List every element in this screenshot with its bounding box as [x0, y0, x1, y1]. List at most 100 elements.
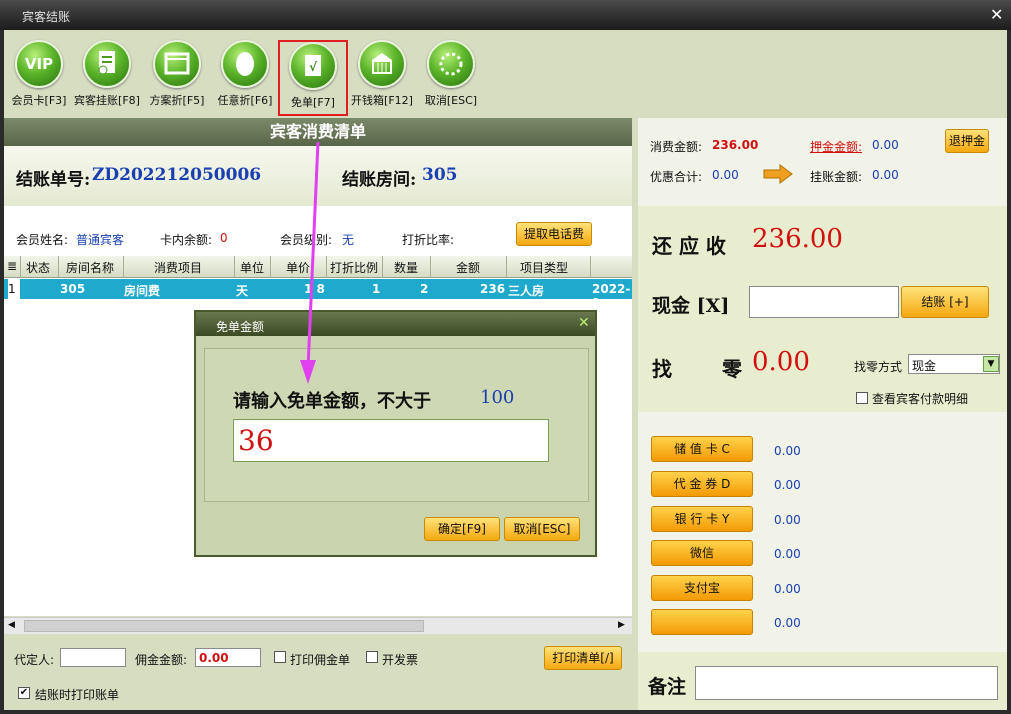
wechat-button[interactable]: 微信	[651, 540, 753, 566]
plan-discount-button[interactable]: 方案折[F5]	[142, 40, 212, 116]
invoice-label: 开发票	[382, 653, 419, 667]
dialog-ok-button[interactable]: 确定[F9]	[424, 517, 500, 541]
guest-hang-label: 宾客挂账[F8]	[74, 94, 140, 107]
discount-total-label: 优惠合计:	[650, 170, 703, 184]
refund-deposit-button[interactable]: 退押金	[945, 129, 989, 153]
card-balance-label: 卡内余额:	[160, 233, 213, 247]
chevron-down-icon[interactable]: ▼	[983, 356, 999, 372]
print-commission-checkbox[interactable]	[274, 651, 286, 663]
due-value: 236.00	[752, 224, 843, 254]
cancel-label: 取消[ESC]	[424, 94, 478, 107]
cell-room-name: 305	[60, 282, 86, 296]
guest-hang-button[interactable]: 宾客挂账[F8]	[72, 40, 142, 116]
cell-item: 房间费	[124, 284, 161, 298]
free-amount-dialog: 免单金额 ✕ 请输入免单金额，不大于 100 36 确定[F9] 取消[ESC]	[194, 310, 597, 557]
vase-icon	[221, 40, 269, 88]
horizontal-scrollbar[interactable]: ◀ ▶	[4, 617, 632, 634]
cancel-button[interactable]: 取消[ESC]	[416, 40, 486, 116]
deposit-label[interactable]: 押金金额:	[810, 138, 862, 155]
col-amount[interactable]: 金额	[456, 259, 480, 276]
summary-panel: 消费金额: 236.00 押金金额: 0.00 退押金 优惠合计: 0.00 挂…	[638, 118, 1007, 206]
free-amount-value: 36	[238, 424, 274, 457]
table-header: ≣ 状态 房间名称 消费项目 单位 单价 打折比例 数量 金额 项目类型	[4, 256, 632, 278]
cell-amount: 236	[480, 282, 506, 296]
remark-panel: 备注	[638, 652, 1007, 710]
dialog-cancel-button[interactable]: 取消[ESC]	[504, 517, 580, 541]
order-info: 结账单号: ZD202212050006 结账房间: 305	[4, 146, 632, 216]
blank-payment-button[interactable]	[651, 609, 753, 635]
spinner-icon	[427, 40, 475, 88]
alipay-button[interactable]: 支付宝	[651, 575, 753, 601]
col-price[interactable]: 单价	[286, 259, 310, 276]
consumption-label: 消费金额:	[650, 140, 703, 154]
cash-label: 现金 [X]	[652, 295, 730, 317]
open-drawer-label: 开钱箱[F12]	[351, 94, 413, 107]
discount-total-value: 0.00	[712, 168, 739, 182]
member-level-label: 会员级别:	[280, 233, 333, 247]
col-status[interactable]: 状态	[26, 259, 50, 276]
scroll-thumb[interactable]	[24, 620, 424, 632]
view-detail-checkbox[interactable]	[856, 392, 868, 404]
bank-card-button[interactable]: 银 行 卡 Y	[651, 506, 753, 532]
scroll-left-icon[interactable]: ◀	[8, 620, 15, 630]
col-qty[interactable]: 数量	[394, 259, 418, 276]
window-title: 宾客结账	[22, 10, 71, 24]
cell-discount: 1	[372, 282, 381, 296]
change-method-value: 现金	[912, 359, 937, 373]
cell-item-type: 三人房	[508, 284, 545, 298]
print-list-button[interactable]: 打印清单[/]	[544, 646, 622, 670]
change-method-select[interactable]: 现金 ▼	[908, 354, 1000, 374]
col-room-name[interactable]: 房间名称	[66, 259, 114, 276]
col-discount[interactable]: 打折比例	[330, 259, 378, 276]
plan-discount-label: 方案折[F5]	[149, 94, 205, 107]
arrow-right-icon	[763, 164, 793, 184]
free-bill-button[interactable]: √ 免单[F7]	[278, 40, 348, 116]
print-on-checkout-checkbox[interactable]: ✔	[18, 687, 30, 699]
view-detail-label: 查看宾客付款明细	[872, 392, 969, 406]
blank-payment-value: 0.00	[774, 616, 801, 630]
invoice-checkbox[interactable]	[366, 651, 378, 663]
room-label: 结账房间:	[342, 170, 417, 190]
col-item-type[interactable]: 项目类型	[520, 259, 568, 276]
dialog-body: 请输入免单金额，不大于 100 36	[204, 348, 589, 502]
table-row[interactable]: 1 305 房间费 天 1 8 1 2 236 三人房 2022-1	[4, 279, 632, 310]
cell-date: 2022-1	[592, 282, 631, 310]
checkout-button[interactable]: 结账 [+]	[901, 286, 989, 318]
print-commission-label: 打印佣金单	[290, 653, 351, 667]
close-icon[interactable]: ✕	[990, 5, 1003, 24]
deposit-value: 0.00	[872, 138, 899, 152]
commission-value: 0.00	[199, 651, 229, 665]
window-icon	[153, 40, 201, 88]
bill-title: 宾客消费清单	[269, 122, 366, 141]
col-unit[interactable]: 单位	[240, 259, 264, 276]
agent-input[interactable]	[60, 648, 126, 667]
remark-label: 备注	[648, 676, 687, 698]
voucher-value: 0.00	[774, 478, 801, 492]
discount-rate-label: 打折比率:	[402, 233, 455, 247]
free-amount-input[interactable]: 36	[233, 419, 549, 462]
print-on-checkout-label: 结账时打印账单	[35, 688, 120, 702]
commission-input[interactable]: 0.00	[195, 648, 261, 667]
cell-qty: 2	[420, 282, 429, 296]
change-label-1: 找	[652, 357, 672, 381]
hang-label: 挂账金额:	[810, 170, 863, 184]
cell-unit: 天	[236, 284, 249, 298]
commission-label: 佣金金额:	[135, 653, 188, 667]
dialog-close-icon[interactable]: ✕	[578, 315, 590, 331]
title-bar: 宾客结账 ✕	[0, 0, 1011, 30]
member-card-button[interactable]: VIP 会员卡[F3]	[4, 40, 74, 116]
remark-input[interactable]	[695, 666, 998, 700]
any-discount-button[interactable]: 任意折[F6]	[210, 40, 280, 116]
col-item[interactable]: 消费项目	[154, 259, 202, 276]
stored-card-button[interactable]: 储 值 卡 C	[651, 436, 753, 462]
dialog-max-value: 100	[480, 387, 515, 408]
bank-card-value: 0.00	[774, 513, 801, 527]
member-name-label: 会员姓名:	[16, 233, 69, 247]
scroll-right-icon[interactable]: ▶	[618, 620, 625, 630]
header-menu-icon[interactable]: ≣	[7, 259, 17, 273]
open-drawer-button[interactable]: 开钱箱[F12]	[347, 40, 417, 116]
fetch-phone-fee-button[interactable]: 提取电话费	[516, 222, 592, 246]
cash-input[interactable]	[749, 286, 899, 318]
voucher-button[interactable]: 代 金 券 D	[651, 471, 753, 497]
card-balance: 0	[220, 231, 228, 245]
